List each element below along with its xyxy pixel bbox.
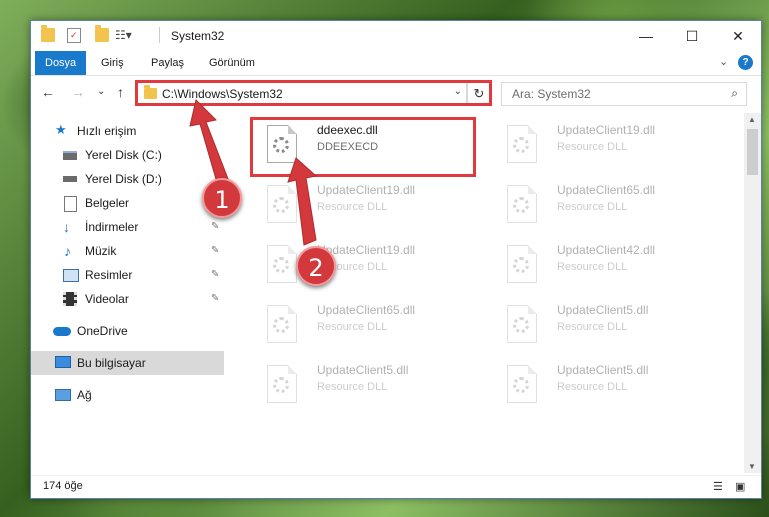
annotation-arrows: [189, 99, 318, 246]
arrow-1: [189, 99, 231, 187]
step-2-badge: 2: [296, 246, 336, 286]
arrow-2: [287, 157, 318, 246]
step-1-badge: 1: [202, 178, 242, 218]
